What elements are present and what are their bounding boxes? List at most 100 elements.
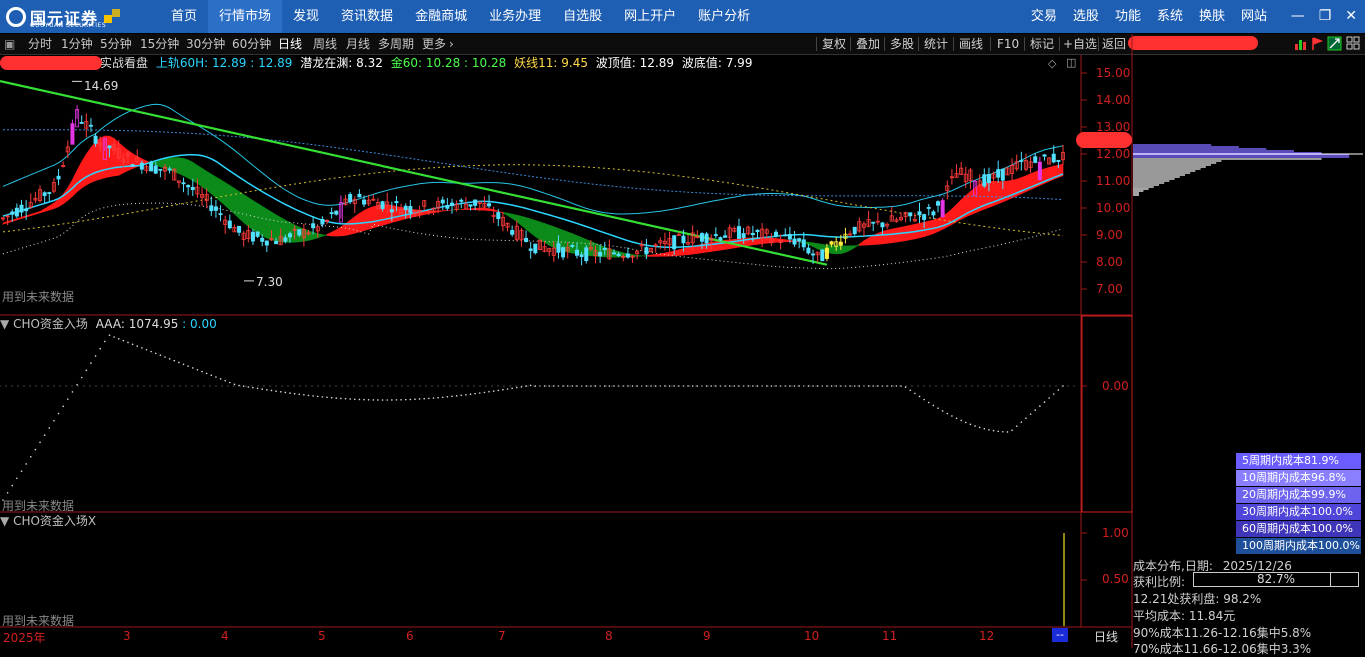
cho-dot bbox=[923, 399, 925, 401]
date-month: 4 bbox=[221, 629, 229, 643]
candle-body bbox=[168, 169, 171, 170]
trend-ribbon bbox=[845, 246, 850, 253]
trend-ribbon bbox=[859, 241, 864, 246]
peak-value: 12.89 bbox=[640, 56, 674, 70]
cho-dot bbox=[173, 360, 175, 362]
zero-dot bbox=[1061, 385, 1062, 386]
cho-dot bbox=[710, 385, 712, 387]
upper-value: 12.89 bbox=[212, 56, 246, 70]
trend-ribbon bbox=[443, 210, 448, 211]
zero-dot bbox=[581, 385, 582, 386]
cho-dot bbox=[817, 385, 819, 387]
cho-title-text: CHO资金入场 bbox=[13, 317, 88, 331]
high-mark: 14.69 bbox=[84, 79, 118, 93]
zero-dot bbox=[1037, 385, 1038, 386]
cho-dot bbox=[609, 385, 611, 387]
cho-dot bbox=[86, 370, 88, 372]
zero-dot bbox=[377, 385, 378, 386]
cho-dot bbox=[67, 398, 69, 400]
trough-value: 7.99 bbox=[726, 56, 753, 70]
cho-dot bbox=[261, 388, 263, 390]
zero-dot bbox=[89, 385, 90, 386]
trend-ribbon bbox=[96, 138, 101, 181]
zero-dot bbox=[521, 385, 522, 386]
cho-dot bbox=[178, 362, 180, 364]
y-tick: 1.00 bbox=[1102, 526, 1129, 540]
zero-dot bbox=[293, 385, 294, 386]
trend-ribbon bbox=[197, 165, 202, 186]
zero-dot bbox=[899, 385, 900, 386]
trend-ribbon bbox=[359, 211, 364, 232]
candle-body bbox=[872, 222, 875, 223]
zero-dot bbox=[743, 385, 744, 386]
trend-ribbon bbox=[836, 246, 841, 254]
main-indicator-lines bbox=[0, 81, 1063, 281]
zero-dot bbox=[1007, 385, 1008, 386]
candle-body bbox=[11, 212, 14, 214]
trend-ribbon bbox=[327, 232, 332, 236]
candle-body bbox=[25, 209, 28, 211]
cho-dot bbox=[224, 380, 226, 382]
trend-ribbon bbox=[869, 235, 874, 245]
trend-ribbon bbox=[545, 223, 550, 245]
cho-dot bbox=[974, 425, 976, 427]
trend-ribbon bbox=[109, 136, 114, 177]
chart-frame bbox=[0, 34, 1132, 648]
zero-dot bbox=[737, 385, 738, 386]
trend-ribbon bbox=[258, 203, 263, 235]
zero-dot bbox=[239, 385, 240, 386]
chip-legend-20: 20周期内成本99.9% bbox=[1236, 487, 1361, 503]
chip-legend-60: 60周期内成本100.0% bbox=[1236, 521, 1361, 537]
trend-ribbon bbox=[540, 222, 545, 243]
trend-ribbon bbox=[12, 219, 17, 222]
cho-dot bbox=[484, 392, 486, 394]
trend-ribbon bbox=[188, 160, 193, 181]
diamond-icon[interactable]: ◇ bbox=[1048, 57, 1056, 70]
cho-dot bbox=[993, 430, 995, 432]
period-label[interactable]: 日线 bbox=[1094, 628, 1118, 645]
candle-body bbox=[214, 207, 217, 211]
cho-dot bbox=[789, 385, 791, 387]
panel-collapse-icon[interactable]: ◫ bbox=[1066, 56, 1076, 69]
cho-dot bbox=[646, 385, 648, 387]
cho-dot bbox=[58, 413, 60, 415]
cho-dot bbox=[1011, 429, 1013, 431]
zero-dot bbox=[17, 385, 18, 386]
candle-body bbox=[1043, 155, 1046, 156]
zero-dot bbox=[479, 385, 480, 386]
candle-body bbox=[140, 163, 143, 169]
candle-body bbox=[742, 234, 745, 238]
cho-dot bbox=[423, 398, 425, 400]
collapse-icon[interactable]: ▼ bbox=[0, 317, 9, 331]
candle-body bbox=[821, 250, 824, 261]
zero-dot bbox=[473, 385, 474, 386]
zero-dot bbox=[881, 385, 882, 386]
cho-dot bbox=[160, 354, 162, 356]
zero-dot bbox=[269, 385, 270, 386]
cho-dot bbox=[197, 369, 199, 371]
candle-body bbox=[575, 250, 578, 255]
date-cursor[interactable]: -- bbox=[1052, 628, 1068, 642]
cho-dot bbox=[317, 396, 319, 398]
trend-ribbon bbox=[850, 246, 855, 251]
cho-dot bbox=[872, 385, 874, 387]
candle-body bbox=[497, 213, 500, 219]
zero-dot bbox=[233, 385, 234, 386]
trend-ribbon bbox=[3, 221, 8, 224]
zero-dot bbox=[143, 385, 144, 386]
zero-dot bbox=[1031, 385, 1032, 386]
candle-body bbox=[524, 238, 527, 241]
cho-dot bbox=[979, 427, 981, 429]
collapse-icon[interactable]: ▼ bbox=[0, 514, 9, 528]
zero-dot bbox=[701, 385, 702, 386]
candle-body bbox=[275, 241, 278, 243]
zero-dot bbox=[695, 385, 696, 386]
candle-body bbox=[561, 248, 564, 257]
redacted-stock-code bbox=[0, 56, 102, 70]
zero-dot bbox=[0, 385, 1, 386]
zero-dot bbox=[995, 385, 996, 386]
cho-dot bbox=[136, 345, 138, 347]
cho-dot bbox=[252, 387, 254, 389]
cho-dot bbox=[386, 399, 388, 401]
cho-dot bbox=[72, 391, 74, 393]
